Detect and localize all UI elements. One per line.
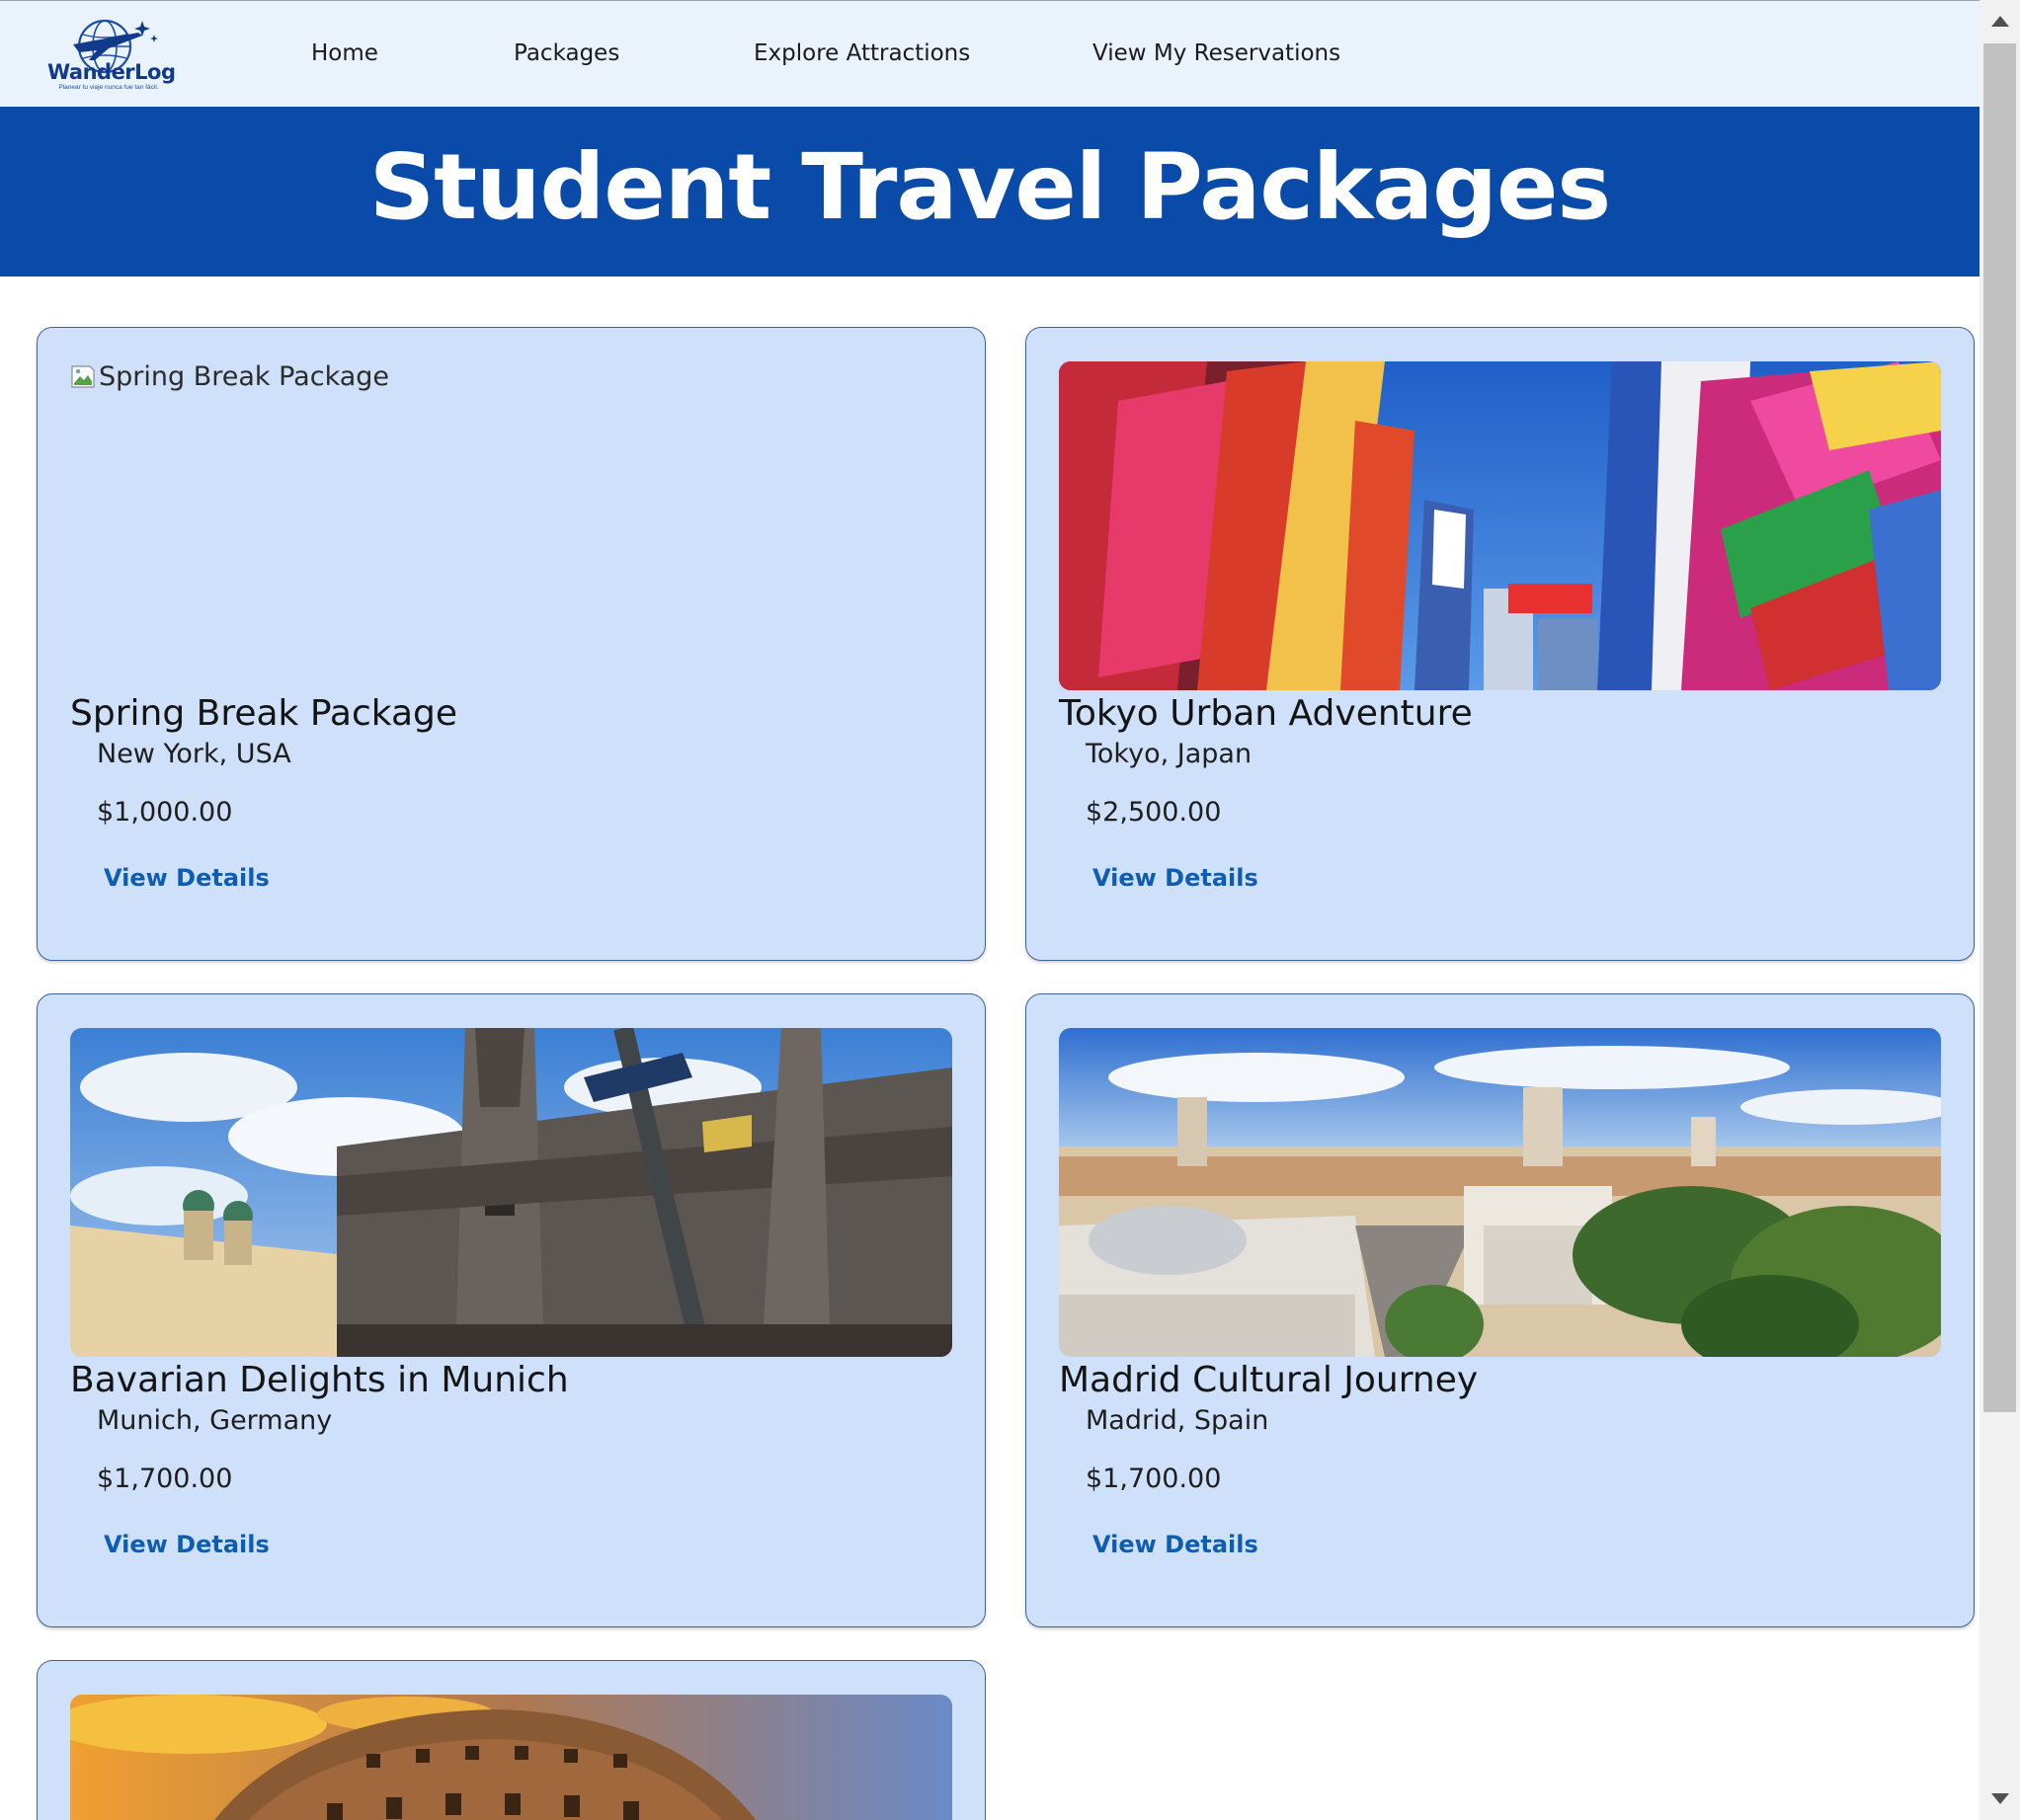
package-card-rome bbox=[37, 1660, 986, 1820]
nav-view-my-reservations[interactable]: View My Reservations bbox=[1092, 40, 1340, 66]
vertical-scrollbar[interactable] bbox=[1980, 0, 2020, 1820]
broken-image-icon bbox=[70, 363, 97, 390]
scroll-down-icon[interactable] bbox=[1991, 1793, 2009, 1804]
package-title: Tokyo Urban Adventure bbox=[1059, 693, 1473, 734]
image-alt-text: Spring Break Package bbox=[99, 361, 390, 392]
package-title: Spring Break Package bbox=[70, 693, 458, 734]
top-navbar: WanderLog Planear tu viaje nunca fue tan… bbox=[0, 0, 1980, 107]
package-price: $2,500.00 bbox=[1086, 797, 1222, 828]
package-card-tokyo: Tokyo Urban Adventure Tokyo, Japan $2,50… bbox=[1025, 327, 1975, 961]
nav-home[interactable]: Home bbox=[311, 40, 378, 66]
package-price: $1,700.00 bbox=[1086, 1464, 1222, 1494]
brand-name: WanderLog bbox=[47, 60, 176, 84]
broken-image: Spring Break Package bbox=[70, 361, 389, 392]
hero-banner: Student Travel Packages bbox=[0, 107, 1980, 277]
package-card-munich: Bavarian Delights in Munich Munich, Germ… bbox=[37, 993, 986, 1627]
page-title: Student Travel Packages bbox=[368, 134, 1611, 240]
akihabara-street-photo bbox=[1059, 361, 1941, 690]
view-details-link[interactable]: View Details bbox=[1092, 864, 1258, 892]
package-title: Madrid Cultural Journey bbox=[1059, 1360, 1479, 1400]
brand-tagline: Planear tu viaje nunca fue tan fácil. bbox=[58, 84, 159, 91]
package-price: $1,700.00 bbox=[97, 1464, 233, 1494]
nav-explore-attractions[interactable]: Explore Attractions bbox=[754, 40, 970, 66]
nav-packages[interactable]: Packages bbox=[514, 40, 619, 66]
scroll-thumb[interactable] bbox=[1983, 43, 2016, 1412]
package-price: $1,000.00 bbox=[97, 797, 233, 828]
package-location: Tokyo, Japan bbox=[1086, 739, 1252, 769]
package-title: Bavarian Delights in Munich bbox=[70, 1360, 569, 1400]
scroll-up-icon[interactable] bbox=[1991, 16, 2009, 27]
package-location: New York, USA bbox=[97, 739, 291, 769]
view-details-link[interactable]: View Details bbox=[104, 864, 270, 892]
madrid-cityscape-photo bbox=[1059, 1028, 1941, 1357]
colosseum-sunset-photo bbox=[70, 1695, 952, 1820]
view-details-link[interactable]: View Details bbox=[1092, 1531, 1258, 1558]
view-details-link[interactable]: View Details bbox=[104, 1531, 270, 1558]
package-location: Munich, Germany bbox=[97, 1405, 333, 1436]
package-location: Madrid, Spain bbox=[1086, 1405, 1269, 1436]
package-card-madrid: Madrid Cultural Journey Madrid, Spain $1… bbox=[1025, 993, 1975, 1627]
marienplatz-town-hall-photo bbox=[70, 1028, 952, 1357]
package-card-spring-break: Spring Break Package Spring Break Packag… bbox=[37, 327, 986, 961]
wanderlog-logo[interactable]: WanderLog Planear tu viaje nunca fue tan… bbox=[43, 15, 176, 96]
